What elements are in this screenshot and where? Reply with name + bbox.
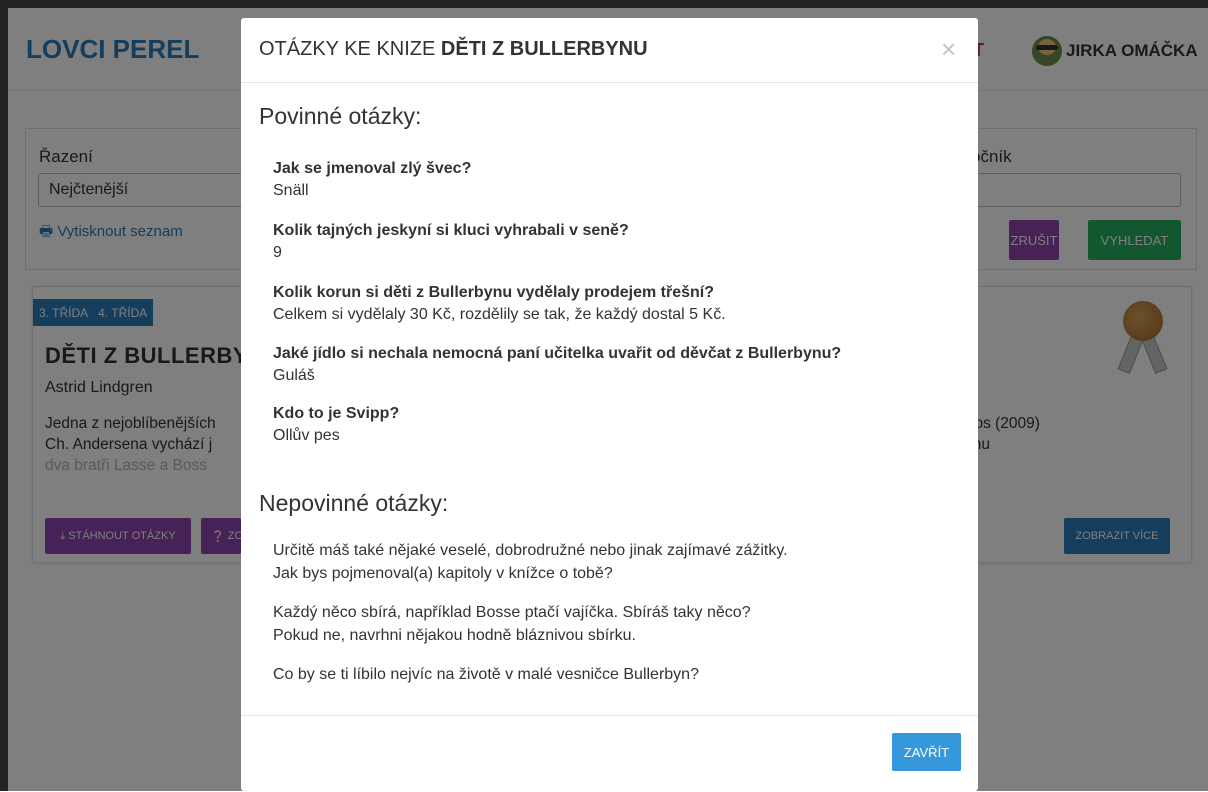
modal-footer: ZAVŘÍT: [241, 715, 978, 792]
answer-text: 9: [273, 244, 282, 261]
optional-question: Určitě máš také nějaké veselé, dobrodruž…: [273, 539, 788, 585]
optional-question-line: Každý něco sbírá, například Bosse ptačí …: [273, 604, 751, 621]
modal-title: OTÁZKY KE KNIZE DĚTI Z BULLERBYNU: [259, 38, 648, 61]
question-text: Jaké jídlo si nechala nemocná paní učite…: [273, 345, 842, 362]
optional-questions-title: Nepovinné otázky:: [259, 490, 449, 516]
close-button[interactable]: ZAVŘÍT: [892, 733, 961, 771]
question-text: Kolik korun si děti z Bullerbynu vydělal…: [273, 284, 714, 301]
questions-modal: OTÁZKY KE KNIZE DĚTI Z BULLERBYNU × Povi…: [241, 18, 978, 791]
close-icon[interactable]: ×: [941, 36, 956, 62]
optional-question: Každý něco sbírá, například Bosse ptačí …: [273, 601, 751, 647]
question-text: Jak se jmenoval zlý švec?: [273, 160, 472, 177]
optional-question-line: Určitě máš také nějaké veselé, dobrodruž…: [273, 542, 788, 559]
modal-title-book: DĚTI Z BULLERBYNU: [440, 38, 648, 60]
question-item: Kolik korun si děti z Bullerbynu vydělal…: [273, 282, 726, 326]
optional-question-line: Jak bys pojmenoval(a) kapitoly v knížce …: [273, 565, 613, 582]
required-questions-title: Povinné otázky:: [259, 103, 422, 129]
question-item: Jaké jídlo si nechala nemocná paní učite…: [273, 343, 841, 387]
answer-text: Snäll: [273, 182, 309, 199]
optional-question-line: Co by se ti líbilo nejvíc na životě v ma…: [273, 666, 699, 683]
answer-text: Guláš: [273, 367, 315, 384]
question-text: Kolik tajných jeskyní si kluci vyhrabali…: [273, 222, 629, 239]
answer-text: Celkem si vydělaly 30 Kč, rozdělily se t…: [273, 306, 726, 323]
optional-question: Co by se ti líbilo nejvíc na životě v ma…: [273, 663, 699, 686]
window-frame-left: [0, 0, 8, 791]
window-frame-top: [0, 0, 1208, 8]
answer-text: Ollův pes: [273, 427, 340, 444]
question-item: Kolik tajných jeskyní si kluci vyhrabali…: [273, 220, 629, 264]
question-text: Kdo to je Svipp?: [273, 405, 400, 422]
modal-header: OTÁZKY KE KNIZE DĚTI Z BULLERBYNU ×: [241, 18, 978, 83]
question-item: Jak se jmenoval zlý švec? Snäll: [273, 158, 471, 202]
modal-title-prefix: OTÁZKY KE KNIZE: [259, 38, 441, 60]
question-item: Kdo to je Svipp? Ollův pes: [273, 403, 399, 447]
optional-question-line: Pokud ne, navrhni nějakou hodně bláznivo…: [273, 627, 636, 644]
